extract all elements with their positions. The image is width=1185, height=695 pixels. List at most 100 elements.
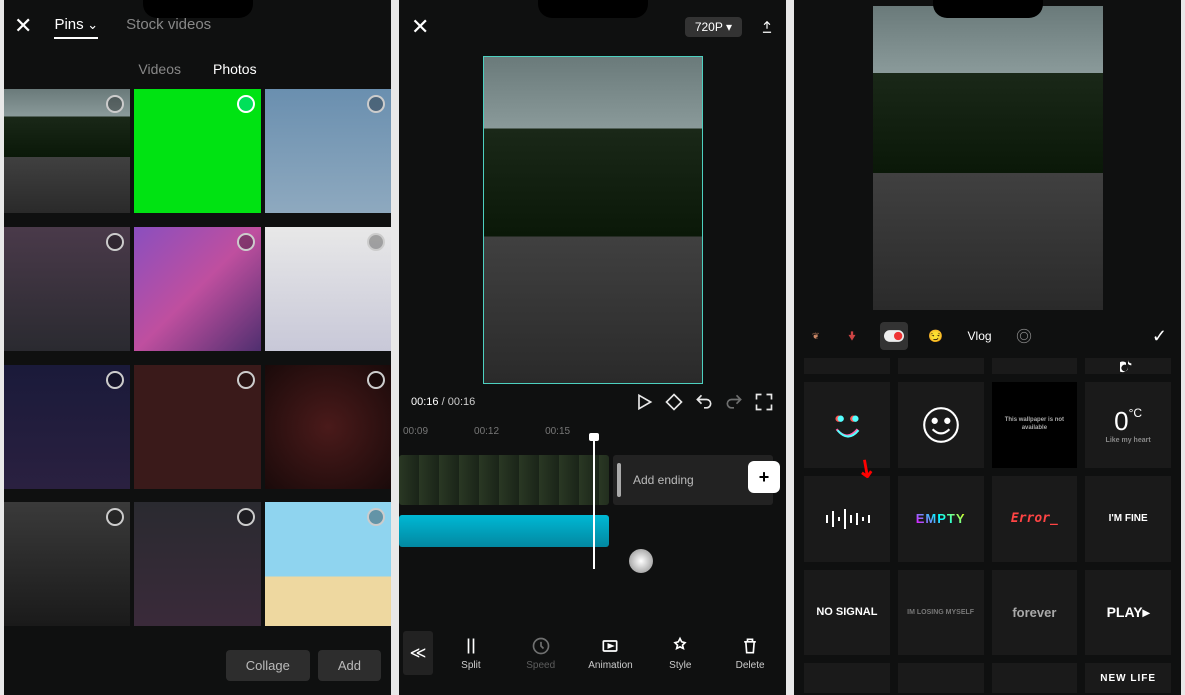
phone-notch xyxy=(143,0,253,18)
tool-split[interactable]: Split xyxy=(439,636,503,671)
select-circle-icon[interactable] xyxy=(106,371,124,389)
resolution-button[interactable]: 720P ▾ xyxy=(685,17,742,37)
sticker-cat-arrow[interactable] xyxy=(838,322,866,350)
select-circle-icon[interactable] xyxy=(106,95,124,113)
add-clip-button[interactable]: + xyxy=(748,461,780,493)
select-circle-icon[interactable] xyxy=(237,95,255,113)
toolbar-back-icon[interactable]: ≪ xyxy=(403,631,433,675)
subtab-videos[interactable]: Videos xyxy=(138,61,181,77)
sticker-temperature[interactable]: 0°C Like my heart xyxy=(1085,382,1171,468)
overlay-clip[interactable] xyxy=(629,549,653,573)
tool-delete[interactable]: Delete xyxy=(718,636,782,671)
select-circle-icon[interactable] xyxy=(106,233,124,251)
sticker-cat-emoji[interactable]: 😏 xyxy=(922,322,950,350)
sticker-item[interactable] xyxy=(992,358,1078,374)
keyframe-icon[interactable] xyxy=(664,392,684,412)
sticker-item[interactable] xyxy=(804,663,890,693)
ruler-tick: 00:12 xyxy=(474,426,499,437)
photo-thumb[interactable] xyxy=(134,227,260,351)
ruler-tick: 00:15 xyxy=(545,426,570,437)
sticker-losing[interactable]: IM LOSING MYSELF xyxy=(898,570,984,656)
fullscreen-icon[interactable] xyxy=(754,392,774,412)
sticker-item[interactable] xyxy=(992,663,1078,693)
tool-speed[interactable]: Speed xyxy=(509,636,573,671)
phone-video-editor: ✕ 720P ▾ 00:16 / 00:16 00:09 00:12 00:15… xyxy=(399,0,786,695)
photo-thumb[interactable] xyxy=(4,89,130,213)
select-circle-icon[interactable] xyxy=(237,371,255,389)
photo-thumb[interactable] xyxy=(4,502,130,626)
sticker-cat-spiral[interactable] xyxy=(1010,322,1038,350)
sticker-newlife[interactable]: NEW LIFE xyxy=(1085,663,1171,693)
playback-time: 00:16 / 00:16 xyxy=(411,396,475,408)
select-circle-icon[interactable] xyxy=(106,508,124,526)
animation-icon xyxy=(600,636,620,656)
close-icon[interactable]: ✕ xyxy=(14,13,32,39)
select-circle-icon[interactable] xyxy=(367,371,385,389)
photo-thumb[interactable] xyxy=(134,502,260,626)
photo-thumb[interactable] xyxy=(265,89,391,213)
photo-thumb[interactable] xyxy=(265,227,391,351)
sticker-smiley[interactable] xyxy=(898,382,984,468)
photo-thumb[interactable] xyxy=(134,365,260,489)
sticker-item[interactable] xyxy=(898,358,984,374)
phone-sticker-picker: ❦ 😏 Vlog ✓ This wallpaper is not availab… xyxy=(794,0,1181,695)
sticker-category-row: ❦ 😏 Vlog ✓ xyxy=(794,314,1181,358)
ruler-tick: 00:09 xyxy=(403,426,428,437)
play-icon[interactable] xyxy=(634,392,654,412)
split-icon xyxy=(461,636,481,656)
select-circle-icon[interactable] xyxy=(237,508,255,526)
speed-icon xyxy=(531,636,551,656)
sticker-item-tiktok[interactable] xyxy=(1085,358,1171,374)
phone-notch xyxy=(538,0,648,18)
sticker-error[interactable]: Error_ xyxy=(992,476,1078,562)
select-circle-icon[interactable] xyxy=(237,233,255,251)
photo-thumb[interactable] xyxy=(265,502,391,626)
select-circle-icon[interactable] xyxy=(367,508,385,526)
sticker-item[interactable] xyxy=(898,663,984,693)
tool-style[interactable]: Style xyxy=(648,636,712,671)
picker-footer: Collage Add xyxy=(4,636,391,695)
sticker-empty[interactable]: EMPTY xyxy=(898,476,984,562)
sticker-cat-toggle[interactable] xyxy=(880,322,908,350)
confirm-icon[interactable]: ✓ xyxy=(1152,326,1167,347)
edit-toolbar: ≪ Split Speed Animation Style Delete xyxy=(399,623,786,683)
sticker-soundwave[interactable]: ↘ xyxy=(804,476,890,562)
playback-controls: 00:16 / 00:16 xyxy=(399,388,786,416)
photo-thumb[interactable] xyxy=(4,365,130,489)
video-clip[interactable] xyxy=(399,455,609,505)
playhead[interactable] xyxy=(593,439,595,569)
sticker-imfine[interactable]: I'M FINE xyxy=(1085,476,1171,562)
sticker-item[interactable] xyxy=(804,358,890,374)
close-icon[interactable]: ✕ xyxy=(411,14,429,40)
sticker-cat-logo[interactable]: ❦ xyxy=(808,322,824,350)
export-icon[interactable] xyxy=(760,20,774,34)
sticker-play[interactable]: PLAY xyxy=(1085,570,1171,656)
photo-thumb[interactable] xyxy=(265,365,391,489)
sticker-grid[interactable]: This wallpaper is not available 0°C Like… xyxy=(794,358,1181,695)
phone-media-picker: ✕ Pins Stock videos Videos Photos Collag… xyxy=(4,0,391,695)
subtab-photos[interactable]: Photos xyxy=(213,61,257,77)
collage-button[interactable]: Collage xyxy=(226,650,310,681)
sticker-nosignal[interactable]: NO SIGNAL xyxy=(804,570,890,656)
add-button[interactable]: Add xyxy=(318,650,381,681)
select-circle-icon[interactable] xyxy=(367,233,385,251)
redo-icon[interactable] xyxy=(724,392,744,412)
undo-icon[interactable] xyxy=(694,392,714,412)
select-circle-icon[interactable] xyxy=(367,95,385,113)
photo-thumb-greenscreen[interactable] xyxy=(134,89,260,213)
sticker-forever[interactable]: forever xyxy=(992,570,1078,656)
audio-clip[interactable] xyxy=(399,515,609,547)
tab-pins[interactable]: Pins xyxy=(54,12,98,39)
sticker-cat-vlog[interactable]: Vlog xyxy=(964,322,996,350)
video-preview[interactable] xyxy=(483,56,703,384)
phone-notch xyxy=(933,0,1043,18)
sticker-wallpaper[interactable]: This wallpaper is not available xyxy=(992,382,1078,468)
video-preview[interactable] xyxy=(873,6,1103,310)
media-type-tabs: Videos Photos xyxy=(4,47,391,89)
photo-grid[interactable] xyxy=(4,89,391,636)
tool-animation[interactable]: Animation xyxy=(579,636,643,671)
sticker-smile-3d[interactable] xyxy=(804,382,890,468)
photo-thumb[interactable] xyxy=(4,227,130,351)
timeline-tracks[interactable]: Add ending + xyxy=(399,443,786,623)
delete-icon xyxy=(740,636,760,656)
